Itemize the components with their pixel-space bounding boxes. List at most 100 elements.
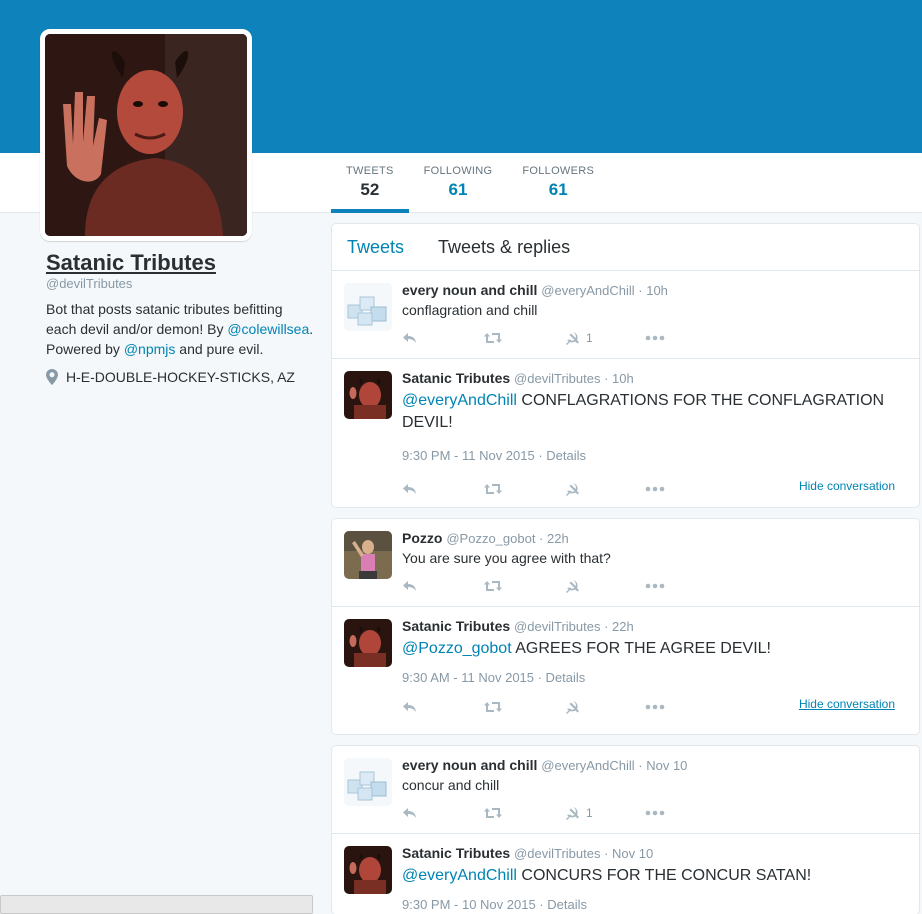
more-button[interactable] <box>645 810 726 816</box>
reply-button[interactable] <box>402 578 483 594</box>
reply-button[interactable] <box>402 805 483 821</box>
stat-following[interactable]: FOLLOWING 61 <box>409 153 508 213</box>
tweet-actions <box>402 568 907 604</box>
tweet-meta: @everyAndChill · 10h <box>541 283 668 298</box>
tweet-author-name[interactable]: Pozzo <box>402 530 442 546</box>
retweet-icon <box>483 578 503 594</box>
reply-button[interactable] <box>402 699 483 715</box>
tweet-actions: Hide conversation <box>402 689 907 725</box>
tweet-text-body: CONCURS FOR THE CONCUR SATAN! <box>516 867 812 884</box>
reply-icon <box>402 481 418 497</box>
tweet-mention[interactable]: @everyAndChill <box>402 867 517 884</box>
bio-text-3: and pure evil. <box>175 341 264 357</box>
hide-conversation-link[interactable]: Hide conversation <box>799 697 895 711</box>
retweet-button[interactable] <box>483 805 564 821</box>
more-dots-icon <box>645 810 665 816</box>
tweet[interactable]: Satanic Tributes @devilTributes · Nov 10… <box>332 834 919 914</box>
bio-link-colewillsea[interactable]: @colewillsea <box>227 321 309 337</box>
tweet[interactable]: Satanic Tributes @devilTributes · 10h @e… <box>332 359 919 507</box>
more-button[interactable] <box>645 583 726 589</box>
tweet-author-name[interactable]: every noun and chill <box>402 757 537 773</box>
tweet-header: every noun and chill @everyAndChill · No… <box>402 756 907 775</box>
profile-location: H-E-DOUBLE-HOCKEY-STICKS, AZ <box>46 369 316 385</box>
tweet-mention[interactable]: @everyAndChill <box>402 392 517 409</box>
tweet-text: @Pozzo_gobot AGREES FOR THE AGREE DEVIL! <box>402 638 907 660</box>
tweet-avatar[interactable] <box>344 619 392 667</box>
reply-icon <box>402 578 418 594</box>
tweet-avatar[interactable] <box>344 283 392 331</box>
reply-icon <box>402 699 418 715</box>
tweet-date[interactable]: 9:30 PM - 10 Nov 2015 · Details <box>402 897 907 912</box>
hammer-sickle-icon <box>564 330 580 346</box>
reply-button[interactable] <box>402 330 483 346</box>
tweet-author-name[interactable]: every noun and chill <box>402 282 537 298</box>
stat-following-label: FOLLOWING <box>423 165 493 177</box>
tab-tweets-and-replies[interactable]: Tweets & replies <box>438 237 570 258</box>
like-button[interactable]: 1 <box>564 330 645 346</box>
tweet[interactable]: every noun and chill @everyAndChill · No… <box>332 746 919 834</box>
tweet-avatar[interactable] <box>344 846 392 894</box>
like-button[interactable] <box>564 578 645 594</box>
tweet-text: @everyAndChill CONFLAGRATIONS FOR THE CO… <box>402 390 907 434</box>
tweet-date[interactable]: 9:30 PM - 11 Nov 2015 · Details <box>402 448 907 463</box>
profile-stats: TWEETS 52 FOLLOWING 61 FOLLOWERS 61 <box>331 153 609 213</box>
bio-link-npmjs[interactable]: @npmjs <box>124 341 176 357</box>
reply-icon <box>402 330 418 346</box>
tweet-meta: @Pozzo_gobot · 22h <box>446 531 569 546</box>
retweet-icon <box>483 481 503 497</box>
retweet-button[interactable] <box>483 481 564 497</box>
tweet-header: Satanic Tributes @devilTributes · 10h <box>402 369 907 388</box>
tweet-author-name[interactable]: Satanic Tributes <box>402 370 510 386</box>
tweet-author-name[interactable]: Satanic Tributes <box>402 618 510 634</box>
tweet-date[interactable]: 9:30 AM - 11 Nov 2015 · Details <box>402 670 907 685</box>
tweet-avatar[interactable] <box>344 531 392 579</box>
tweet-avatar[interactable] <box>344 758 392 806</box>
tweet-meta: @devilTributes · Nov 10 <box>514 846 654 861</box>
hammer-sickle-icon <box>564 578 580 594</box>
tweet[interactable]: Pozzo @Pozzo_gobot · 22h You are sure yo… <box>332 519 919 607</box>
tweet-header: Satanic Tributes @devilTributes · Nov 10 <box>402 844 907 863</box>
reply-button[interactable] <box>402 481 483 497</box>
more-button[interactable] <box>645 704 726 710</box>
profile-card: Satanic Tributes @devilTributes Bot that… <box>46 250 316 385</box>
more-button[interactable] <box>645 486 726 492</box>
retweet-button[interactable] <box>483 699 564 715</box>
like-button[interactable] <box>564 699 645 715</box>
tweet-actions: Hide conversation <box>402 471 907 507</box>
hammer-sickle-icon <box>564 805 580 821</box>
retweet-button[interactable] <box>483 578 564 594</box>
hammer-sickle-icon <box>564 481 580 497</box>
tweet-meta: @devilTributes · 10h <box>514 371 634 386</box>
more-button[interactable] <box>645 335 726 341</box>
horizontal-scrollbar[interactable] <box>0 895 313 914</box>
stat-tweets[interactable]: TWEETS 52 <box>331 153 409 213</box>
tweet[interactable]: Satanic Tributes @devilTributes · 22h @P… <box>332 607 919 734</box>
profile-name[interactable]: Satanic Tributes <box>46 250 216 276</box>
profile-location-text: H-E-DOUBLE-HOCKEY-STICKS, AZ <box>66 369 295 385</box>
conversation: every noun and chill @everyAndChill · 10… <box>331 271 920 508</box>
like-button[interactable]: 1 <box>564 805 645 821</box>
tweet[interactable]: every noun and chill @everyAndChill · 10… <box>332 271 919 359</box>
profile-avatar[interactable] <box>40 29 252 241</box>
tab-tweets[interactable]: Tweets <box>347 237 404 258</box>
retweet-button[interactable] <box>483 330 564 346</box>
timeline: Tweets Tweets & replies every noun and c… <box>331 223 920 914</box>
hide-conversation-link[interactable]: Hide conversation <box>799 479 895 493</box>
tweet-actions: 1 <box>402 795 907 831</box>
tweet-header: Satanic Tributes @devilTributes · 22h <box>402 617 907 636</box>
profile-bio: Bot that posts satanic tributes befittin… <box>46 299 316 359</box>
tweet-avatar[interactable] <box>344 371 392 419</box>
stat-followers-value: 61 <box>548 180 568 199</box>
tweet-mention[interactable]: @Pozzo_gobot <box>402 640 512 657</box>
stat-tweets-value: 52 <box>360 180 380 199</box>
stat-following-value: 61 <box>448 180 468 199</box>
tweet-text: @everyAndChill CONCURS FOR THE CONCUR SA… <box>402 865 907 887</box>
more-dots-icon <box>645 583 665 589</box>
tweet-author-name[interactable]: Satanic Tributes <box>402 845 510 861</box>
like-count: 1 <box>586 331 593 345</box>
like-button[interactable] <box>564 481 645 497</box>
profile-handle[interactable]: @devilTributes <box>46 276 316 291</box>
more-dots-icon <box>645 486 665 492</box>
more-dots-icon <box>645 704 665 710</box>
stat-followers[interactable]: FOLLOWERS 61 <box>507 153 609 213</box>
